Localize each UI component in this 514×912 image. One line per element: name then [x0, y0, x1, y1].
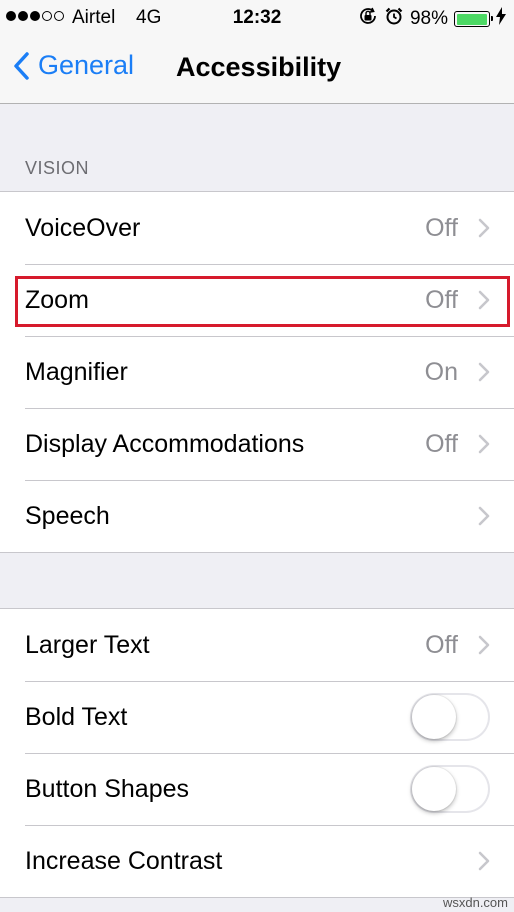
- row-label: VoiceOver: [25, 213, 141, 242]
- orientation-lock-icon: [358, 6, 378, 32]
- back-button[interactable]: General: [12, 50, 134, 81]
- status-bar: Airtel 4G 12:32 98%: [0, 0, 514, 36]
- row-value: Off: [425, 213, 458, 242]
- section-header-vision: VISION: [25, 158, 90, 178]
- chevron-right-icon: [478, 362, 490, 382]
- navigation-bar: General Accessibility: [0, 36, 514, 104]
- chevron-left-icon: [14, 51, 29, 80]
- row-label: Display Accommodations: [25, 429, 305, 458]
- row-label: Button Shapes: [25, 774, 190, 803]
- bold-text-toggle[interactable]: [410, 693, 490, 741]
- row-label: Bold Text: [25, 702, 128, 731]
- chevron-right-icon: [478, 434, 490, 454]
- toggle-knob: [412, 767, 456, 811]
- chevron-right-icon: [478, 851, 490, 871]
- row-value: Off: [425, 630, 458, 659]
- row-label: Speech: [25, 501, 110, 530]
- page-title: Accessibility: [176, 52, 342, 82]
- row-display-accommodations[interactable]: Display Accommodations Off: [0, 408, 514, 480]
- row-value: On: [424, 357, 458, 386]
- row-label: Magnifier: [25, 357, 128, 386]
- chevron-right-icon: [478, 290, 490, 310]
- row-speech[interactable]: Speech: [0, 480, 514, 552]
- row-bold-text: Bold Text: [0, 681, 514, 753]
- battery-percent: 98%: [409, 8, 448, 29]
- charging-bolt-icon: [496, 7, 506, 31]
- chevron-right-icon: [478, 218, 490, 238]
- alarm-icon: [384, 6, 404, 32]
- row-value: Off: [425, 429, 458, 458]
- row-label: Larger Text: [25, 630, 150, 659]
- row-voiceover[interactable]: VoiceOver Off: [0, 192, 514, 264]
- chevron-right-icon: [478, 635, 490, 655]
- row-label: Zoom: [25, 285, 89, 314]
- vision-group: VoiceOver Off Zoom Off Magnifier On Disp…: [0, 191, 514, 553]
- row-value: Off: [425, 285, 458, 314]
- back-button-label: General: [38, 50, 135, 80]
- watermark: wsxdn.com: [442, 895, 508, 910]
- button-shapes-toggle[interactable]: [410, 765, 490, 813]
- row-button-shapes: Button Shapes: [0, 753, 514, 825]
- row-magnifier[interactable]: Magnifier On: [0, 336, 514, 408]
- toggle-knob: [412, 695, 456, 739]
- chevron-right-icon: [478, 506, 490, 526]
- battery-icon: [454, 11, 493, 27]
- row-zoom[interactable]: Zoom Off: [0, 264, 514, 336]
- row-label: Increase Contrast: [25, 846, 223, 875]
- row-larger-text[interactable]: Larger Text Off: [0, 609, 514, 681]
- text-options-group: Larger Text Off Bold Text Button Shapes …: [0, 608, 514, 898]
- row-increase-contrast[interactable]: Increase Contrast: [0, 825, 514, 897]
